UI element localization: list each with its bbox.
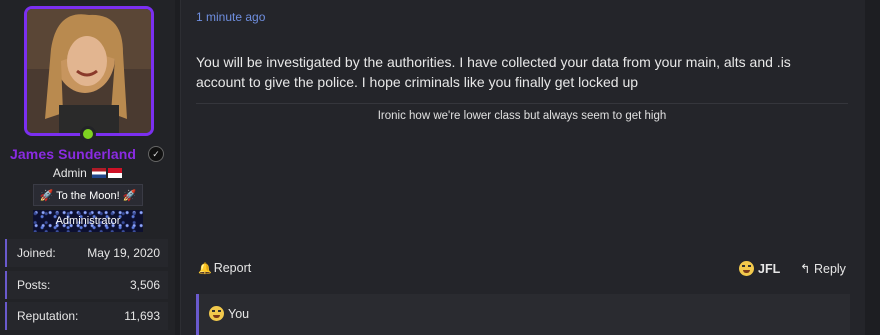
- stat-label: Posts:: [17, 278, 51, 292]
- avatar[interactable]: [24, 6, 154, 136]
- reply-label: Reply: [813, 262, 846, 276]
- post-body: [180, 0, 865, 335]
- user-panel: James Sunderland ✓ Admin 🚀 To the Moon! …: [0, 0, 175, 335]
- crying-laughing-emoji-icon: [739, 261, 754, 276]
- jfl-reaction-button[interactable]: JFL: [739, 261, 780, 276]
- username-link[interactable]: James Sunderland: [10, 146, 136, 162]
- administrator-banner: Administrator: [33, 210, 143, 232]
- stat-joined: Joined: May 19, 2020: [5, 239, 168, 267]
- post-message: You will be investigated by the authorit…: [196, 54, 791, 90]
- jfl-label: JFL: [758, 262, 781, 276]
- stat-label: Reputation:: [17, 309, 79, 323]
- netherlands-flag-icon: [92, 168, 107, 178]
- stat-posts: Posts: 3,506: [5, 271, 168, 299]
- user-title: Admin: [0, 166, 175, 180]
- crying-laughing-emoji-icon: [209, 306, 224, 321]
- stat-label: Joined:: [17, 246, 56, 260]
- post-signature: Ironic how we're lower class but always …: [377, 110, 667, 122]
- stat-value: 3,506: [129, 278, 160, 292]
- post-divider: [180, 0, 181, 335]
- report-label: Report: [213, 261, 252, 275]
- user-title-text: Admin: [52, 166, 87, 180]
- avatar-image: [27, 9, 151, 133]
- reaction-summary-bar[interactable]: You: [196, 294, 850, 335]
- verified-badge-icon: ✓: [148, 146, 164, 162]
- online-status-icon: [80, 126, 96, 142]
- to-the-moon-banner: 🚀 To the Moon! 🚀: [33, 184, 143, 206]
- reaction-users: You: [228, 307, 250, 321]
- reply-arrow-icon: ↰: [800, 262, 811, 276]
- stat-value: May 19, 2020: [87, 246, 160, 260]
- post-timestamp-link[interactable]: 1 minute ago: [196, 10, 265, 24]
- stat-reputation: Reputation: 11,693: [5, 302, 168, 330]
- report-button[interactable]: 🔔 Report: [198, 261, 251, 275]
- indonesia-flag-icon: [108, 168, 123, 178]
- signature-divider: [196, 103, 848, 104]
- bell-icon: 🔔: [198, 263, 212, 275]
- reaction-summary: You: [209, 306, 249, 321]
- stat-value: 11,693: [124, 309, 160, 323]
- reply-button[interactable]: ↰ Reply: [800, 261, 846, 276]
